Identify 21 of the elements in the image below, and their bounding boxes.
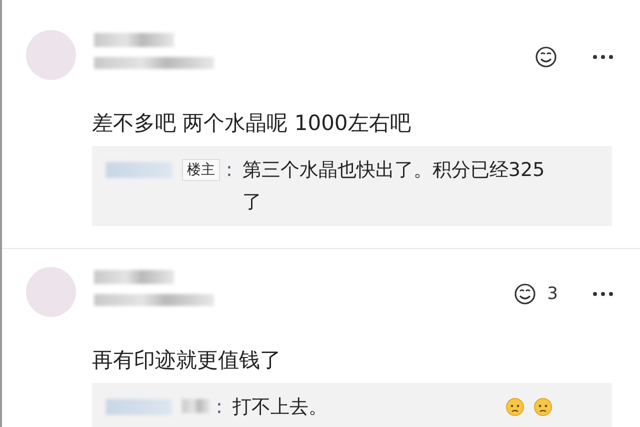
blurred-badge (182, 399, 210, 413)
colon-separator: : (216, 395, 222, 420)
smiley-icon (534, 45, 558, 69)
author-badge: 楼主 (182, 159, 220, 181)
more-icon[interactable] (592, 291, 614, 297)
like-button[interactable] (534, 45, 558, 69)
smiley-icon (513, 282, 538, 306)
like-button[interactable]: 3 (513, 282, 558, 306)
avatar (26, 267, 76, 317)
blurred-username (106, 162, 172, 178)
avatar (26, 30, 76, 80)
worried-face-icon (534, 398, 552, 416)
worried-face-icon (506, 398, 524, 416)
blurred-username (106, 399, 172, 415)
like-count: 3 (547, 284, 558, 304)
comment-text: 差不多吧 两个水晶呢 1000左右吧 (92, 110, 412, 137)
reply-text: 打不上去。 (232, 395, 328, 420)
colon-separator: : (226, 158, 232, 183)
more-icon[interactable] (592, 54, 614, 60)
comment-text: 再有印迹就更值钱了 (92, 347, 282, 374)
reply-text: 第三个水晶也快出了。积分已经325了 (242, 158, 546, 215)
